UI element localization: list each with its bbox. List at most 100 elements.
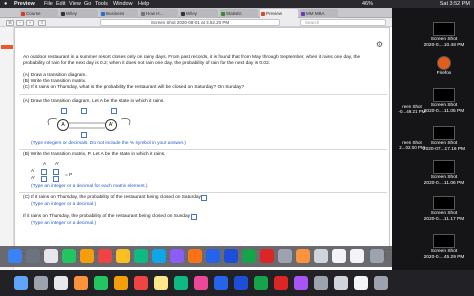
desktop-file[interactable]: Screen Shot 2020-07...17.16 PM xyxy=(414,126,474,152)
part-a-prompt: (A) Draw the transition diagram. Let A b… xyxy=(23,99,165,104)
firefox-icon[interactable] xyxy=(296,249,310,263)
document-icon[interactable] xyxy=(332,249,346,263)
word-icon[interactable] xyxy=(234,276,248,290)
zoom-in-button[interactable]: + xyxy=(26,20,34,26)
excel-icon[interactable] xyxy=(254,276,268,290)
battery-indicator[interactable]: 46% xyxy=(362,0,373,8)
trash-icon[interactable] xyxy=(374,276,388,290)
menu-edit[interactable]: Edit xyxy=(56,0,65,8)
firefox-icon[interactable] xyxy=(74,276,88,290)
tab-wiley-1[interactable]: Wiley xyxy=(60,9,98,18)
powerpoint-icon[interactable] xyxy=(274,276,288,290)
window-title: Screen Shot 2020-08-01 at 3.52.20 PM xyxy=(100,19,280,26)
calendar-icon[interactable] xyxy=(98,249,112,263)
zoom-icon[interactable] xyxy=(294,276,308,290)
file-thumbnail xyxy=(433,234,455,248)
question-intro: An outdoor restaurant in a summer resort… xyxy=(23,55,361,66)
part-c-sunday: If it rains on Thursday, the probability… xyxy=(23,214,195,219)
messages-icon[interactable] xyxy=(174,276,188,290)
menu-window[interactable]: Window xyxy=(113,0,133,8)
file-thumbnail xyxy=(433,88,455,102)
clock[interactable]: Sat 3:52 PM xyxy=(440,0,470,8)
tab-how[interactable]: How H... xyxy=(140,9,178,18)
messages-icon[interactable] xyxy=(134,249,148,263)
tab-wiley-2[interactable]: Wiley xyxy=(180,9,218,18)
gear-icon[interactable]: ⚙ xyxy=(376,40,383,49)
divider xyxy=(19,149,387,150)
menu-go[interactable]: Go xyxy=(84,0,91,8)
question-panel: ⚙ An outdoor restaurant in a summer reso… xyxy=(14,27,391,260)
desktop-file[interactable]: Screen Shot 2020-0....11.17 PM xyxy=(414,196,474,222)
trash-icon[interactable] xyxy=(370,249,384,263)
desktop-file[interactable]: Screen Shot 2020-0....11.06 PM xyxy=(414,160,474,186)
chrome-icon[interactable] xyxy=(94,276,108,290)
tab-statistic[interactable]: Statistic xyxy=(220,9,258,18)
part-c-saturday: (C) If it rains on Thursday, the probabi… xyxy=(23,195,206,200)
sidebar-toggle-button[interactable]: ☰ xyxy=(6,20,14,26)
answer-box-saturday[interactable] xyxy=(201,195,207,201)
zoom-out-button[interactable]: − xyxy=(16,20,24,26)
file-date: 2020-0....45.29 PM xyxy=(423,254,465,260)
document-icon[interactable] xyxy=(350,249,364,263)
tab-business[interactable]: Business xyxy=(100,9,138,18)
tab-course[interactable]: Course xyxy=(20,9,58,18)
music-icon[interactable] xyxy=(194,276,208,290)
tab-favicon-icon xyxy=(101,12,105,16)
divider xyxy=(19,94,387,95)
desktop-file[interactable]: Screen Shot 2020-0....45.29 PM xyxy=(414,234,474,260)
notes-icon[interactable] xyxy=(154,276,168,290)
menu-file[interactable]: File xyxy=(44,0,53,8)
photos-icon[interactable] xyxy=(80,249,94,263)
excel-icon[interactable] xyxy=(242,249,256,263)
app-name[interactable]: Preview xyxy=(14,0,35,8)
hint-c1: (Type an integer or a decimal.) xyxy=(31,202,97,207)
tab-favicon-icon xyxy=(141,12,145,16)
notes-icon[interactable] xyxy=(116,249,130,263)
music-icon[interactable] xyxy=(170,249,184,263)
menu-help[interactable]: Help xyxy=(138,0,149,8)
menu-tools[interactable]: Tools xyxy=(95,0,108,8)
powerpoint-icon[interactable] xyxy=(260,249,274,263)
preferences-icon[interactable] xyxy=(314,276,328,290)
matrix-equals-p: = P xyxy=(65,173,73,178)
launchpad-icon[interactable] xyxy=(34,276,48,290)
calendar-icon[interactable] xyxy=(134,276,148,290)
apple-menu-icon[interactable]: ● xyxy=(4,0,7,8)
finder-icon[interactable] xyxy=(8,249,22,263)
launchpad-icon[interactable] xyxy=(26,249,40,263)
preferences-icon[interactable] xyxy=(278,249,292,263)
search-input[interactable]: Search xyxy=(300,19,386,26)
matrix-cell-aprime-a[interactable] xyxy=(41,176,47,182)
safari-icon[interactable] xyxy=(54,276,68,290)
word-icon[interactable] xyxy=(224,249,238,263)
facetime-icon[interactable] xyxy=(152,249,166,263)
preview-icon[interactable] xyxy=(314,249,328,263)
desktop-file[interactable]: Screen Shot 2020-0....11.05 PM xyxy=(414,88,474,114)
matrix-cell-a-aprime[interactable] xyxy=(53,169,59,175)
share-button[interactable]: ⇧ xyxy=(38,20,46,26)
tab-mba[interactable]: MM MBA xyxy=(300,9,338,18)
photos-icon[interactable] xyxy=(114,276,128,290)
matrix-row-aprime: A' xyxy=(31,176,36,181)
desktop-file[interactable]: Screen Shot 2020-0....10.48 PM xyxy=(414,22,474,48)
hint-matrix: (Type an integer or a decimal for each m… xyxy=(31,184,148,189)
preview-icon[interactable] xyxy=(334,276,348,290)
file-name: Firefox xyxy=(436,71,452,76)
appstore-icon[interactable] xyxy=(214,276,228,290)
matrix-cell-a-a[interactable] xyxy=(41,169,47,175)
desktop-file[interactable]: Firefox xyxy=(414,56,474,77)
menu-view[interactable]: View xyxy=(69,0,81,8)
answer-box-sunday[interactable] xyxy=(191,214,197,220)
safari-icon[interactable] xyxy=(44,249,58,263)
answer-box-aprime-to-a[interactable] xyxy=(81,132,87,138)
finder-icon[interactable] xyxy=(14,276,28,290)
tab-preview[interactable]: Preview xyxy=(260,9,298,18)
document-icon[interactable] xyxy=(354,276,368,290)
hint-c2: (Type an integer or a decimal.) xyxy=(31,221,97,226)
bottom-dock xyxy=(0,270,474,296)
books-icon[interactable] xyxy=(188,249,202,263)
chrome-icon[interactable] xyxy=(62,249,76,263)
tab-label: How H... xyxy=(146,11,164,16)
matrix-cell-aprime-aprime[interactable] xyxy=(53,176,59,182)
appstore-icon[interactable] xyxy=(206,249,220,263)
